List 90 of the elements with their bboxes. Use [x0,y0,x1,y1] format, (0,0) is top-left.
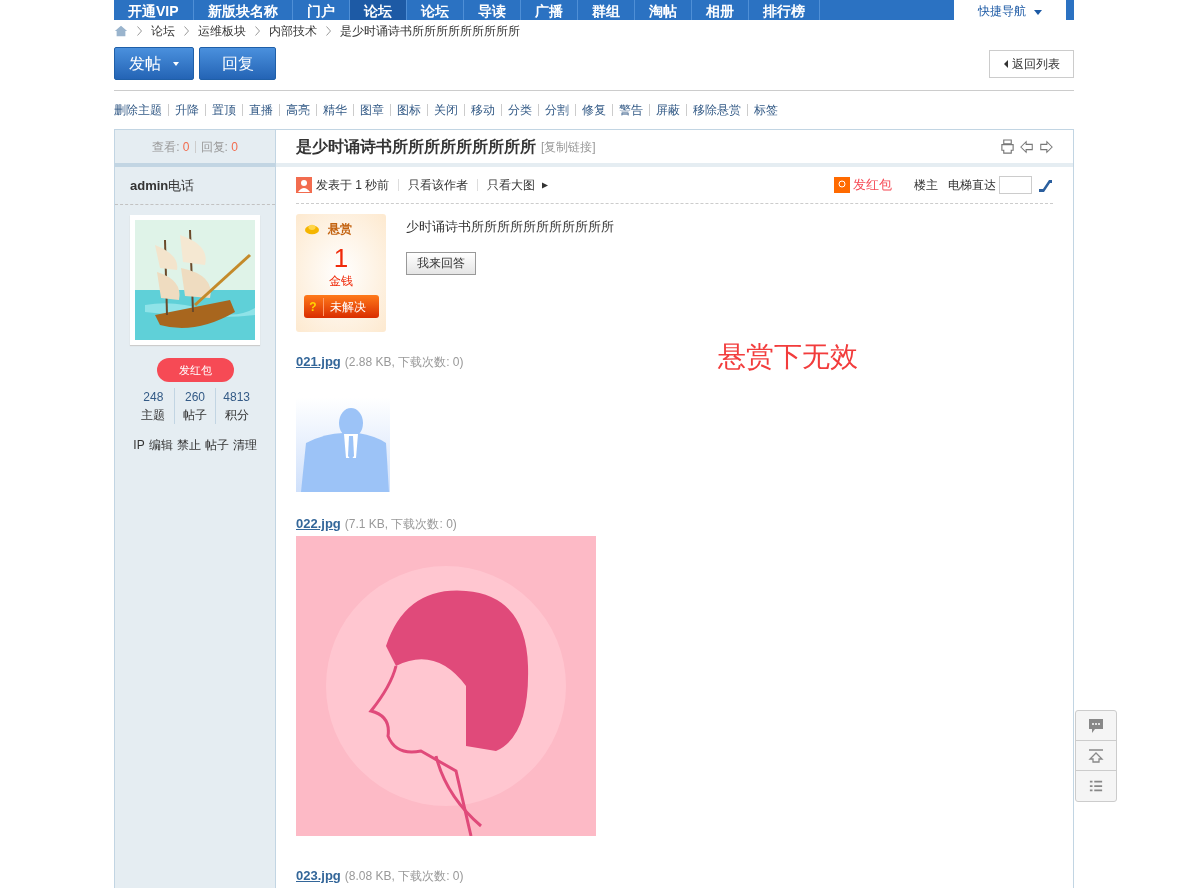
thread-title: 是少时诵诗书所所所所所所所所所 [296,136,536,157]
breadcrumb-link[interactable]: 运维板块 [198,22,246,40]
attachment-link[interactable]: 021.jpg [296,352,341,372]
stat-label: 主题 [141,407,166,424]
home-icon [114,24,128,38]
filter-link[interactable]: 只看大图 [477,179,536,191]
admin-link[interactable]: IP [133,436,145,454]
user-icon [296,177,312,193]
attachment-link[interactable]: 022.jpg [296,514,341,534]
stat-label: 积分 [224,407,249,424]
moderation-link[interactable]: 标签 [747,104,778,116]
nav-item[interactable]: 导读 [463,0,521,20]
chevron-icon [255,26,260,36]
ingot-icon [304,222,320,236]
escalator-icon [1037,177,1053,193]
nav-item[interactable]: 开通VIP [114,0,194,20]
nav-item[interactable]: 广播 [520,0,578,20]
moderation-link[interactable]: 删除主题 [114,104,162,116]
breadcrumb-link[interactable]: 是少时诵诗书所所所所所所所所所 [340,22,520,40]
moderation-link[interactable]: 图标 [390,104,421,116]
view-count: 查看: 0 [152,138,190,156]
envelope-icon [834,177,850,193]
moderation-link[interactable]: 警告 [612,104,643,116]
caret-icon [173,61,179,66]
stat-value[interactable]: 4813 [223,388,251,406]
admin-link[interactable]: 清理 [232,436,257,454]
attachment-link[interactable]: 023.jpg [296,866,341,886]
nav-item[interactable]: 论坛 [406,0,464,20]
moderation-link[interactable]: 移除悬赏 [686,104,741,116]
moderation-link[interactable]: 关闭 [427,104,458,116]
jump-label: 电梯直达 [948,177,996,194]
chevron-icon [326,26,331,36]
admin-link[interactable]: 帖子 [204,436,229,454]
left-triangle-icon [1003,59,1008,68]
chevron-icon [184,26,189,36]
nav-item[interactable]: 相册 [691,0,749,20]
envelope-link[interactable]: 发红包 [834,175,892,195]
admin-link[interactable]: 禁止 [176,436,201,454]
reward-amount: 1 [333,244,349,272]
comment-icon [1087,717,1105,734]
moderation-link[interactable]: 高亮 [279,104,310,116]
floor-label: 楼主 [914,177,938,194]
author-name[interactable]: admin电话 [130,175,195,196]
quick-nav-button[interactable]: 快捷导航 [954,0,1066,20]
stat-label: 帖子 [183,407,207,424]
answer-button[interactable]: 我来回答 [406,251,476,275]
moderation-link[interactable]: 精华 [316,104,347,116]
breadcrumb-link[interactable]: 内部技术 [269,22,317,40]
nav-item[interactable]: 论坛 [349,0,407,20]
moderation-link[interactable]: 移动 [464,104,495,116]
attachment-info: (2.88 KB, 下载次数: 0) [344,354,464,371]
moderation-link[interactable]: 分类 [501,104,532,116]
moderation-link[interactable]: 置顶 [205,104,236,116]
chevron-icon [137,26,142,36]
caret-icon [1034,10,1042,15]
attachment-info: (8.08 KB, 下载次数: 0) [344,868,464,885]
moderation-link[interactable]: 屏蔽 [649,104,680,116]
admin-link[interactable]: 编辑 [148,436,173,454]
post-body: 少时诵诗书所所所所所所所所所所所 [406,218,614,236]
reply-button[interactable]: 回复 [199,47,276,80]
print-icon [1000,139,1015,154]
list-icon [1088,779,1104,793]
reward-title: 悬赏 [328,221,352,238]
filter-link[interactable]: 只看该作者 [398,179,469,191]
moderation-link[interactable]: 直播 [242,104,273,116]
right-arrow-icon [1039,139,1053,154]
stat-value[interactable]: 248 [143,388,164,406]
moderation-link[interactable]: 分割 [538,104,569,116]
top-arrow-icon [1088,747,1104,764]
attachment-info: (7.1 KB, 下载次数: 0) [344,516,457,533]
note-text: 悬赏下无效 [717,342,858,372]
moderation-link[interactable]: 升降 [168,104,199,116]
play-icon [542,180,549,190]
nav-item[interactable]: 淘帖 [634,0,692,20]
reward-unit: 金钱 [329,273,353,290]
reward-status: ? 未解决 [303,295,379,318]
reply-count: 回复: 0 [194,140,238,153]
post-time: 发表于 1 秒前 [316,177,390,194]
nav-item[interactable]: 群组 [577,0,635,20]
moderation-link[interactable]: 图章 [353,104,384,116]
left-arrow-icon [1020,139,1034,154]
floor-input[interactable] [999,176,1032,194]
new-post-button[interactable]: 发帖 [114,47,194,80]
back-to-list-button[interactable]: 返回列表 [989,49,1074,78]
moderation-link[interactable]: 修复 [575,104,606,116]
stat-value[interactable]: 260 [185,388,205,406]
breadcrumb-link[interactable]: 论坛 [151,22,175,40]
nav-item[interactable]: 门户 [292,0,350,20]
nav-item[interactable]: 新版块名称 [193,0,293,20]
nav-item[interactable]: 排行榜 [748,0,820,20]
